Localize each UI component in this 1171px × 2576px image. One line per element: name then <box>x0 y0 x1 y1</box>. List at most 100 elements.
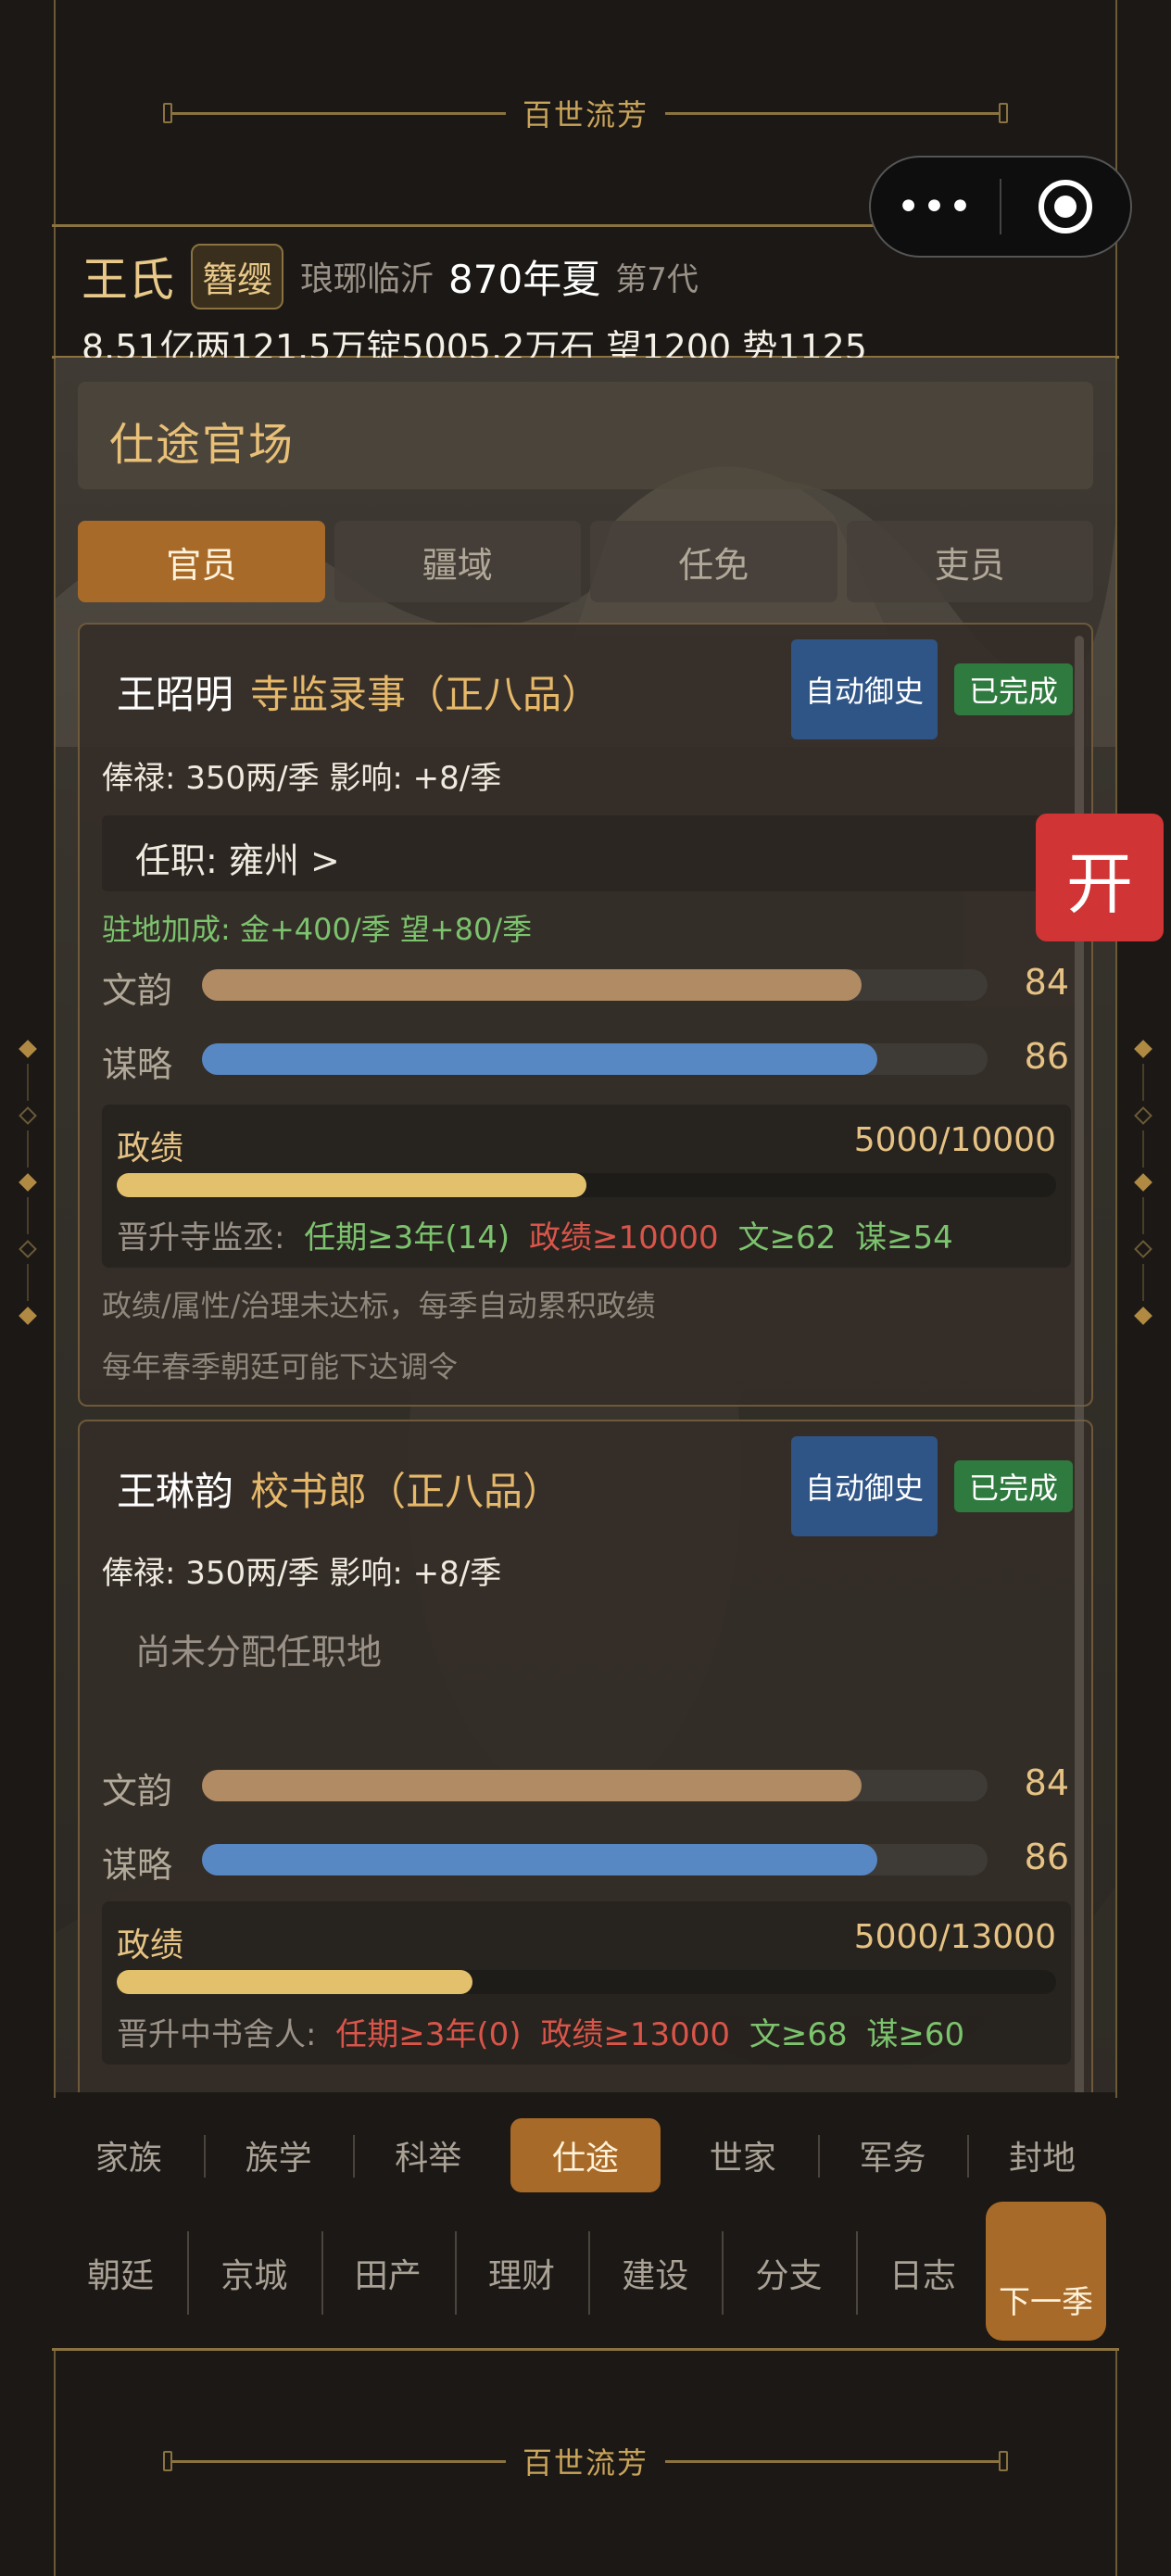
attr-fill-wenyun <box>202 1770 862 1801</box>
attr-label-wenyun: 文韵 <box>102 970 173 1011</box>
note-accumulate: 政绩/属性/治理未达标，每季自动累积政绩 <box>102 1288 656 1323</box>
official-name: 王昭明 <box>117 672 234 717</box>
target-icon <box>1039 180 1093 234</box>
footer-band: 百世流芳 <box>54 2406 1117 2517</box>
attr-label-moulue: 谋略 <box>102 1845 173 1886</box>
nav-military[interactable]: 军务 <box>817 2118 968 2192</box>
family-name: 王氏 <box>82 253 174 307</box>
nav-primary: 家族 族学 科举 仕途 世家 军务 封地 <box>54 2115 1117 2196</box>
page-title-box: 仕途官场 <box>78 382 1093 489</box>
req-mou: 谋≥60 <box>866 2016 965 2053</box>
official-card: 王琳韵 校书郎（正八品） 自动御史 已完成 俸禄: 350两/季 影响: +8/… <box>78 1420 1093 2092</box>
merit-value: 5000/13000 <box>853 1918 1056 1956</box>
salary-influence: 俸禄: 350两/季 影响: +8/季 <box>102 1555 502 1592</box>
attr-bar-moulue <box>202 1043 988 1075</box>
app-title: 百世流芳 <box>522 97 648 133</box>
merit-value: 5000/10000 <box>853 1121 1056 1159</box>
req-wen: 文≥62 <box>737 1219 837 1256</box>
footer-title: 百世流芳 <box>522 2445 648 2481</box>
footer-cap-right <box>999 2451 1008 2471</box>
req-tenure: 任期≥3年(0) <box>335 2016 522 2053</box>
official-card: 王昭明 寺监录事（正八品） 自动御史 已完成 俸禄: 350两/季 影响: +8… <box>78 623 1093 1407</box>
miniapp-capsule: ••• <box>869 156 1132 258</box>
official-name-line: 王昭明 寺监录事（正八品） <box>117 663 600 720</box>
promotion-requirements: 晋升寺监丞: 任期≥3年(14) 政绩≥10000 文≥62 谋≥54 <box>117 1212 953 1257</box>
tab-officials[interactable]: 官员 <box>78 521 325 602</box>
tab-bar: 官员 疆域 任免 吏员 <box>78 521 1093 602</box>
auto-censor-button[interactable]: 自动御史 <box>791 1436 938 1536</box>
req-merit: 政绩≥13000 <box>540 2016 731 2053</box>
tab-appointment[interactable]: 任免 <box>590 521 837 602</box>
title-band: 百世流芳 <box>54 57 1117 169</box>
attr-bar-moulue <box>202 1844 988 1875</box>
attr-label-wenyun: 文韵 <box>102 1771 173 1812</box>
more-icon[interactable]: ••• <box>871 183 1000 231</box>
post-unassigned: 尚未分配任职地 <box>135 1632 383 1673</box>
nav-fief[interactable]: 封地 <box>967 2118 1117 2192</box>
merit-label: 政绩 <box>117 1130 184 1168</box>
title-cap-right <box>999 103 1008 123</box>
main-panel: 仕途官场 官员 疆域 任免 吏员 王昭明 寺监录事（正八品） 自动御史 已完成 … <box>56 358 1115 2092</box>
merit-fill <box>117 1173 586 1197</box>
attr-value-moulue: 86 <box>1024 1036 1069 1077</box>
attr-fill-moulue <box>202 1844 877 1875</box>
nav-exam[interactable]: 科举 <box>353 2118 503 2192</box>
req-merit: 政绩≥10000 <box>529 1219 719 1256</box>
promotion-requirements: 晋升中书舍人: 任期≥3年(0) 政绩≥13000 文≥68 谋≥60 <box>117 2009 964 2054</box>
title-deco-right <box>665 111 999 115</box>
req-tenure: 任期≥3年(14) <box>304 1219 510 1256</box>
nav-capital[interactable]: 京城 <box>187 2231 321 2315</box>
attr-label-moulue: 谋略 <box>102 1044 173 1085</box>
open-panel-button[interactable]: 开 <box>1036 814 1164 941</box>
nav-noble-houses[interactable]: 世家 <box>668 2118 818 2192</box>
title-deco-left <box>171 111 506 115</box>
attr-fill-wenyun <box>202 969 862 1001</box>
official-title: 校书郎（正八品） <box>250 1469 562 1514</box>
req-mou: 谋≥54 <box>855 1219 953 1256</box>
salary-influence: 俸禄: 350两/季 影响: +8/季 <box>102 760 502 797</box>
nav-court[interactable]: 朝廷 <box>54 2231 187 2315</box>
official-name-line: 王琳韵 校书郎（正八品） <box>117 1460 561 1517</box>
merit-panel: 政绩 5000/13000 晋升中书舍人: 任期≥3年(0) 政绩≥13000 … <box>102 1901 1071 2065</box>
family-header: 王氏 簪缨 琅琊临沂 870年夏 第7代 <box>82 243 699 309</box>
nav-farmland[interactable]: 田产 <box>321 2231 455 2315</box>
nav-log[interactable]: 日志 <box>855 2231 989 2315</box>
attr-value-wenyun: 84 <box>1024 962 1069 1003</box>
nav-secondary: 朝廷 京城 田产 理财 建设 分支 日志 <box>54 2213 989 2333</box>
side-ornament-right <box>1134 1034 1152 1331</box>
family-rank-badge: 簪缨 <box>191 243 284 309</box>
auto-censor-button[interactable]: 自动御史 <box>791 639 938 739</box>
post-location: 任职: 雍州 > <box>135 840 340 881</box>
nav-career[interactable]: 仕途 <box>510 2118 661 2192</box>
merit-bar <box>117 1970 1056 1994</box>
nav-family[interactable]: 家族 <box>54 2118 204 2192</box>
nav-branches[interactable]: 分支 <box>722 2231 855 2315</box>
nav-finance[interactable]: 理财 <box>454 2231 588 2315</box>
status-badge: 已完成 <box>954 1460 1073 1512</box>
footer-divider <box>52 2348 1119 2351</box>
promotion-label: 晋升中书舍人: <box>117 2016 317 2053</box>
promotion-label: 晋升寺监丞: <box>117 1219 285 1256</box>
attr-value-moulue: 86 <box>1024 1837 1069 1877</box>
close-button[interactable] <box>1001 180 1130 234</box>
tab-territory[interactable]: 疆域 <box>334 521 581 602</box>
title-cap-left <box>162 103 172 123</box>
family-place: 琅琊临沂 <box>300 260 434 298</box>
status-badge: 已完成 <box>954 663 1073 715</box>
post-selector[interactable]: 任职: 雍州 > <box>102 815 1084 891</box>
page-title: 仕途官场 <box>109 419 296 471</box>
note-transfer: 每年春季朝廷可能下达调令 <box>102 1349 459 1384</box>
req-wen: 文≥68 <box>749 2016 848 2053</box>
attr-fill-moulue <box>202 1043 877 1075</box>
attr-bar-wenyun <box>202 969 988 1001</box>
attr-value-wenyun: 84 <box>1024 1762 1069 1803</box>
next-season-button[interactable]: 下一季 <box>986 2202 1106 2341</box>
nav-construction[interactable]: 建设 <box>588 2231 722 2315</box>
post-bonus: 驻地加成: 金+400/季 望+80/季 <box>102 912 533 947</box>
official-title: 寺监录事（正八品） <box>250 672 601 717</box>
current-date: 870年夏 <box>448 256 601 302</box>
nav-clan-school[interactable]: 族学 <box>203 2118 354 2192</box>
tab-clerks[interactable]: 吏员 <box>846 521 1093 602</box>
merit-label: 政绩 <box>117 1926 184 1964</box>
footer-deco-right <box>665 2459 999 2463</box>
